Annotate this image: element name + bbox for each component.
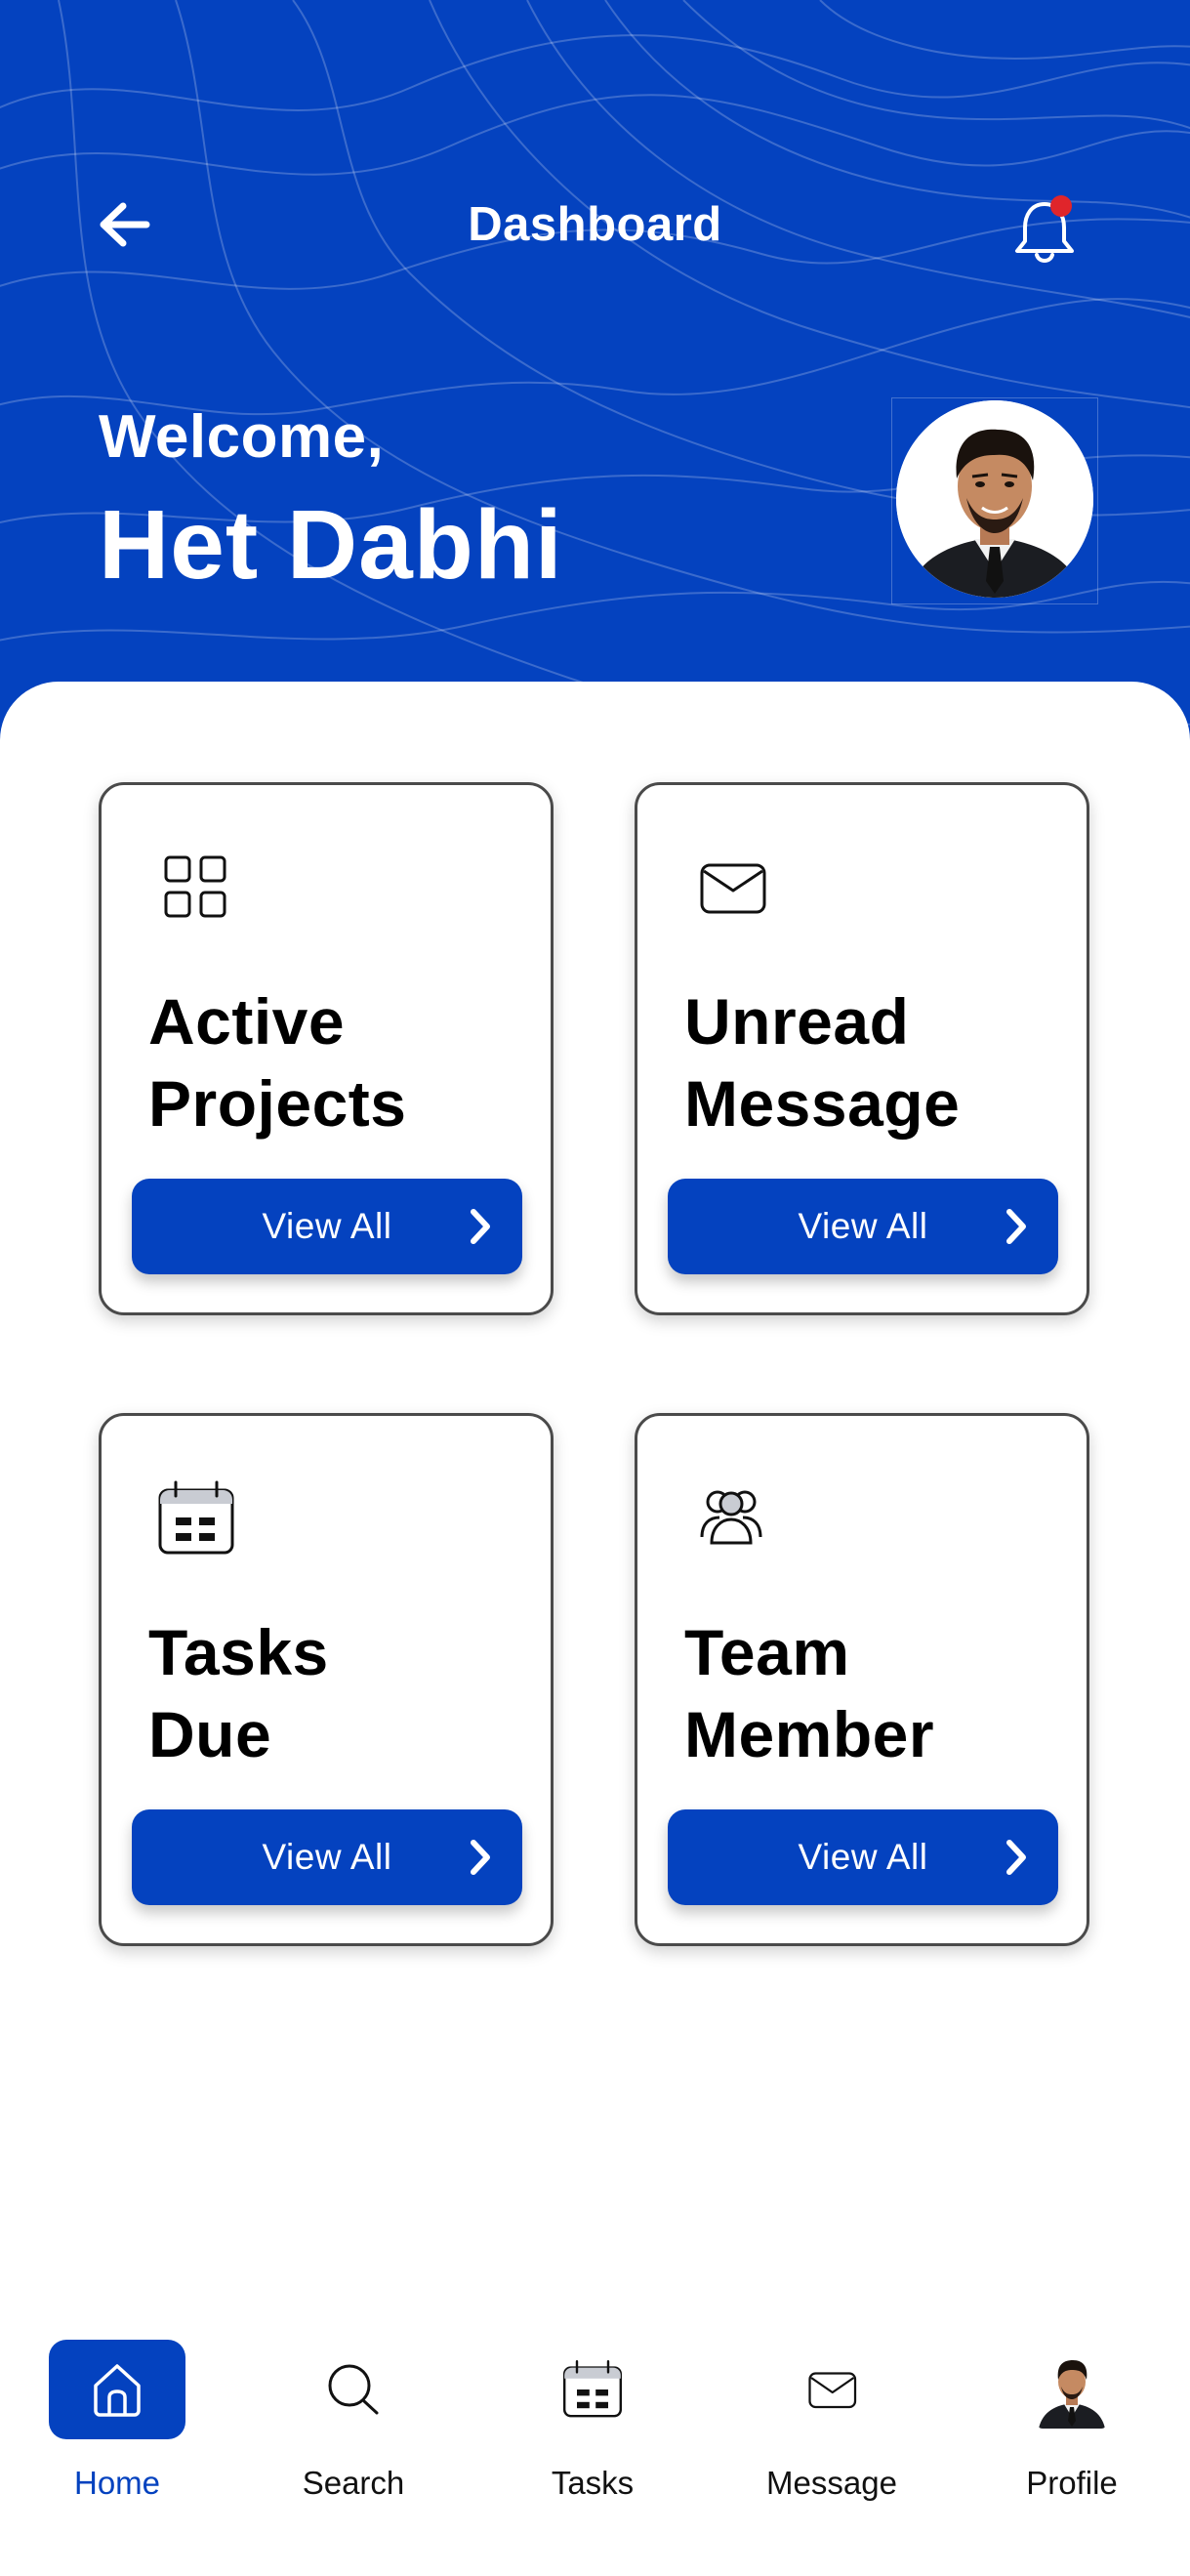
card-title-line1: Tasks bbox=[148, 1616, 329, 1688]
card-tasks-due[interactable]: Tasks Due View All bbox=[99, 1413, 554, 1946]
view-all-label: View All bbox=[798, 1837, 928, 1877]
bell-icon bbox=[1015, 195, 1074, 263]
avatar[interactable] bbox=[896, 400, 1093, 598]
card-team-member[interactable]: Team Member View All bbox=[635, 1413, 1089, 1946]
nav-label: Profile bbox=[1026, 2465, 1118, 2501]
header-banner: Dashboard Welcome, Het Dabhi bbox=[0, 0, 1190, 762]
envelope-icon bbox=[700, 863, 766, 914]
card-title: Active Projects bbox=[148, 980, 406, 1144]
card-title: Team Member bbox=[684, 1611, 934, 1775]
nav-label: Message bbox=[766, 2465, 897, 2501]
nav-label: Tasks bbox=[551, 2465, 635, 2501]
home-icon bbox=[94, 2364, 141, 2417]
card-unread-message[interactable]: Unread Message View All bbox=[635, 782, 1089, 1315]
nav-item-tasks[interactable]: Tasks bbox=[495, 2340, 690, 2515]
nav-icon-container bbox=[285, 2340, 422, 2439]
view-all-label: View All bbox=[798, 1206, 928, 1246]
card-active-projects[interactable]: Active Projects View All bbox=[99, 782, 554, 1315]
notification-button[interactable] bbox=[1011, 190, 1080, 269]
view-all-button[interactable]: View All bbox=[132, 1179, 522, 1274]
profile-photo bbox=[1037, 2350, 1107, 2429]
nav-icon-container bbox=[1004, 2340, 1140, 2439]
view-all-button[interactable]: View All bbox=[132, 1809, 522, 1905]
bottom-navigation: Home Search Tasks Message Profile bbox=[0, 2305, 1190, 2576]
chevron-right-icon bbox=[1006, 1209, 1026, 1244]
chevron-right-icon bbox=[1006, 1840, 1026, 1875]
card-title-line1: Team bbox=[684, 1616, 850, 1688]
nav-icon-container bbox=[49, 2340, 185, 2439]
card-title: Tasks Due bbox=[148, 1611, 329, 1775]
card-title-line2: Message bbox=[684, 1067, 961, 1140]
nav-item-message[interactable]: Message bbox=[734, 2340, 929, 2515]
nav-label: Home bbox=[73, 2465, 161, 2501]
team-icon bbox=[700, 1490, 762, 1545]
card-title-line1: Unread bbox=[684, 985, 910, 1058]
nav-item-profile[interactable]: Profile bbox=[974, 2340, 1169, 2515]
calendar-icon bbox=[563, 2360, 622, 2418]
chevron-right-icon bbox=[471, 1209, 490, 1244]
nav-item-home[interactable]: Home bbox=[20, 2340, 215, 2515]
notification-dot bbox=[1050, 195, 1072, 217]
topographic-pattern bbox=[0, 0, 1190, 741]
view-all-label: View All bbox=[262, 1206, 392, 1246]
view-all-label: View All bbox=[262, 1837, 392, 1877]
search-icon bbox=[328, 2364, 379, 2415]
user-name: Het Dabhi bbox=[99, 490, 563, 600]
nav-item-search[interactable]: Search bbox=[256, 2340, 451, 2515]
view-all-button[interactable]: View All bbox=[668, 1809, 1058, 1905]
welcome-text: Welcome, bbox=[99, 403, 385, 471]
calendar-icon bbox=[158, 1480, 234, 1555]
grid-icon bbox=[164, 855, 226, 918]
card-title-line2: Due bbox=[148, 1698, 272, 1770]
profile-photo bbox=[896, 400, 1093, 598]
avatar bbox=[1037, 2350, 1107, 2429]
chevron-right-icon bbox=[471, 1840, 490, 1875]
card-title-line2: Member bbox=[684, 1698, 935, 1770]
card-title-line2: Projects bbox=[148, 1067, 407, 1140]
card-title-line1: Active bbox=[148, 985, 346, 1058]
nav-icon-container bbox=[763, 2340, 900, 2439]
view-all-button[interactable]: View All bbox=[668, 1179, 1058, 1274]
nav-icon-container bbox=[524, 2340, 661, 2439]
envelope-icon bbox=[808, 2372, 857, 2409]
card-title: Unread Message bbox=[684, 980, 960, 1144]
nav-label: Search bbox=[302, 2465, 405, 2501]
